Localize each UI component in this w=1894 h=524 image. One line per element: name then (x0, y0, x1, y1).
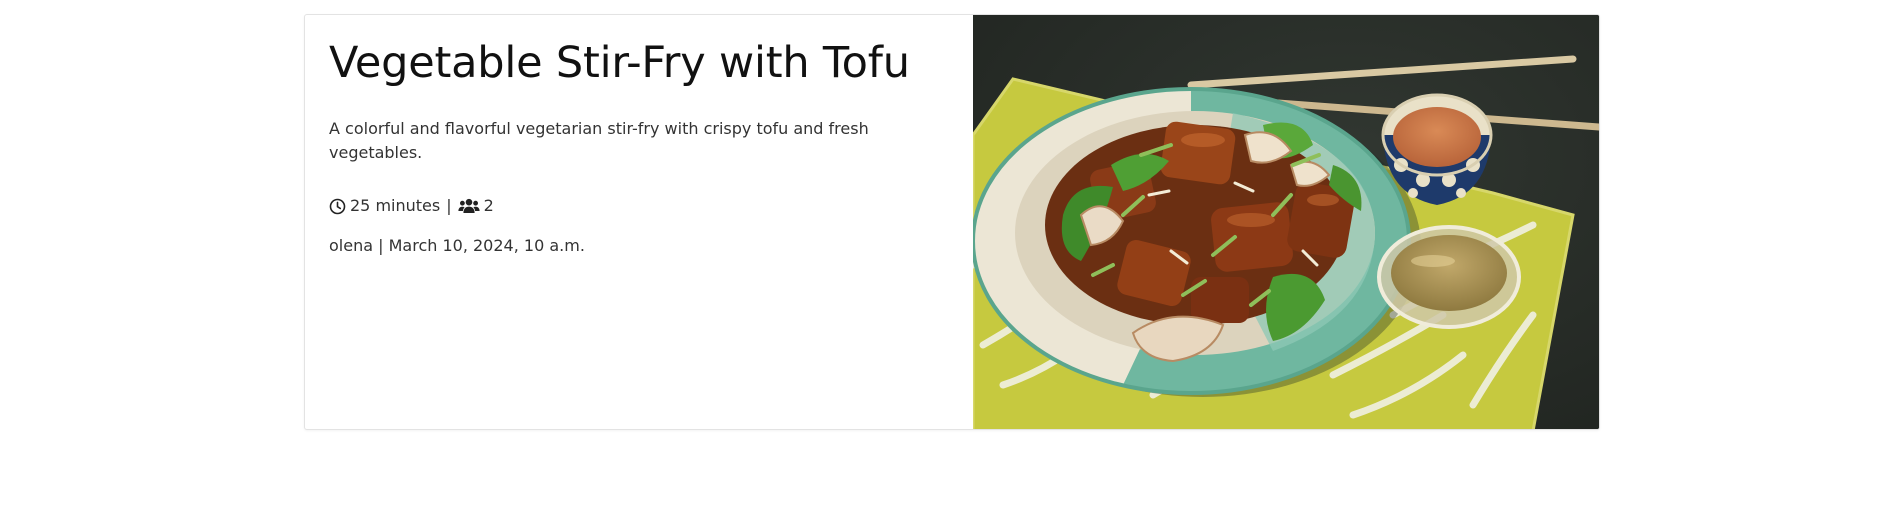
recipe-card[interactable]: Vegetable Stir-Fry with Tofu A colorful … (304, 14, 1600, 430)
recipe-image[interactable] (973, 15, 1599, 429)
author-name[interactable]: olena (329, 236, 373, 255)
author-line: olena | March 10, 2024, 10 a.m. (329, 235, 949, 257)
page: Vegetable Stir-Fry with Tofu A colorful … (0, 0, 1894, 524)
recipe-title[interactable]: Vegetable Stir-Fry with Tofu (329, 37, 949, 89)
users-icon (458, 198, 480, 214)
recipe-card-body: Vegetable Stir-Fry with Tofu A colorful … (305, 15, 973, 429)
servings: 2 (483, 196, 494, 215)
cook-time: 25 minutes (350, 196, 441, 215)
meta-separator: | (446, 196, 452, 215)
recipe-meta: 25 minutes | 2 (329, 195, 949, 217)
clock-icon (329, 198, 346, 215)
published-date: March 10, 2024, 10 a.m. (388, 236, 585, 255)
author-separator: | (378, 236, 384, 255)
recipe-description: A colorful and flavorful vegetarian stir… (329, 119, 869, 162)
